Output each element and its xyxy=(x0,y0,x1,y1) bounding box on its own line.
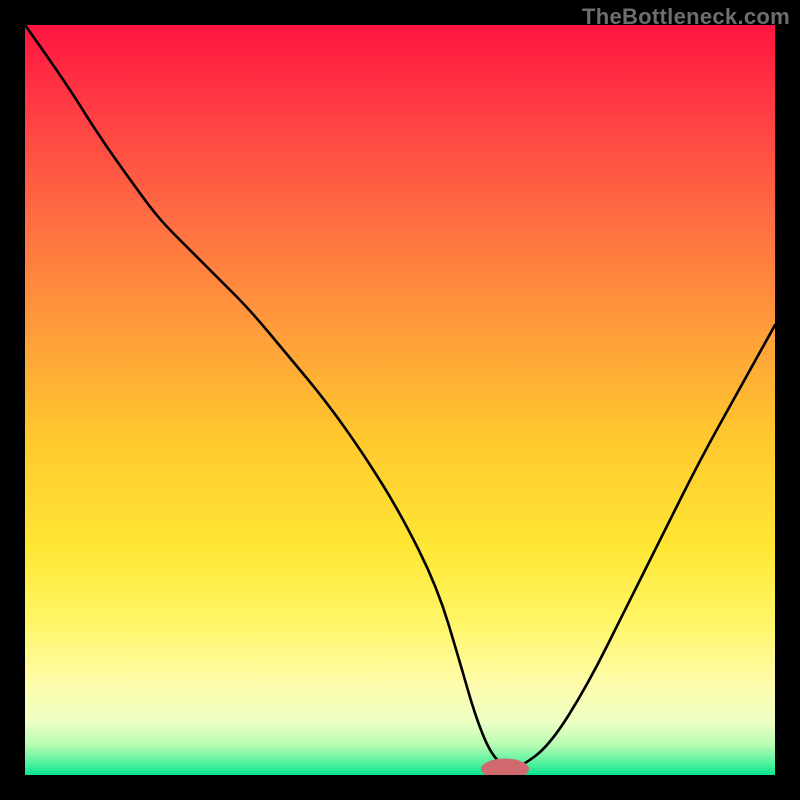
chart-svg xyxy=(25,25,775,775)
chart-container: TheBottleneck.com xyxy=(0,0,800,800)
bottleneck-plot xyxy=(25,25,775,775)
attribution-label: TheBottleneck.com xyxy=(582,4,790,30)
gradient-background xyxy=(25,25,775,775)
